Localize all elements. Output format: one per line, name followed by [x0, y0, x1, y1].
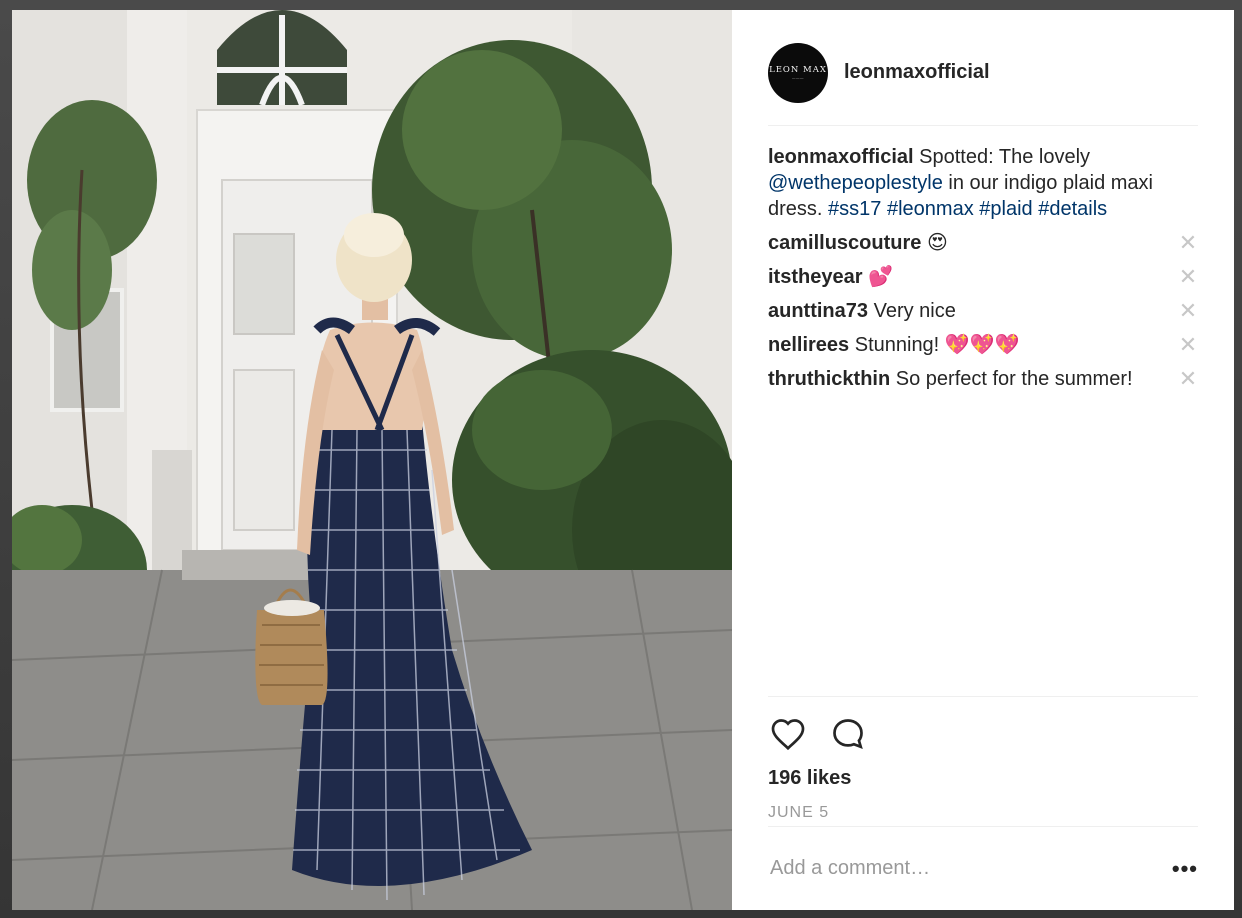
more-options-icon[interactable]: •••: [1172, 856, 1198, 882]
post-details-panel: LEON MAX ——— leonmaxofficial leonmaxoffi…: [732, 10, 1234, 910]
comment-text: 😍: [921, 232, 948, 254]
hashtag-link[interactable]: #details: [1038, 198, 1107, 220]
post-photo[interactable]: [12, 10, 732, 910]
caption-username-link[interactable]: leonmaxofficial: [768, 146, 914, 168]
hashtag-link[interactable]: #plaid: [979, 198, 1032, 220]
comment-item: nellirees Stunning! 💖💖💖 ✕: [768, 332, 1198, 358]
likes-count[interactable]: 196 likes: [768, 767, 1198, 790]
comments-list: leonmaxofficial Spotted: The lovely @wet…: [768, 126, 1198, 696]
comment-bubble-icon[interactable]: [828, 714, 868, 754]
comment-item: camilluscouture 😍 ✕: [768, 230, 1198, 256]
post-actions: 196 likes JUNE 5: [768, 696, 1198, 822]
add-comment-input[interactable]: [768, 856, 1128, 881]
comment-username-link[interactable]: aunttina73: [768, 300, 868, 322]
caption-text-before: Spotted: The lovely: [913, 146, 1091, 168]
post-modal: LEON MAX ——— leonmaxofficial leonmaxoffi…: [12, 10, 1234, 910]
comment-username-link[interactable]: itstheyear: [768, 266, 863, 288]
post-header: LEON MAX ——— leonmaxofficial: [768, 10, 1198, 126]
delete-comment-icon[interactable]: ✕: [1178, 332, 1198, 358]
hashtag-link[interactable]: #ss17: [828, 198, 881, 220]
delete-comment-icon[interactable]: ✕: [1178, 230, 1198, 256]
header-username-link[interactable]: leonmaxofficial: [844, 61, 990, 84]
add-comment-bar: •••: [768, 826, 1198, 910]
avatar-brand-sub: ———: [792, 76, 804, 80]
heart-icon[interactable]: [768, 714, 808, 754]
modal-backdrop[interactable]: LEON MAX ——— leonmaxofficial leonmaxoffi…: [0, 0, 1242, 918]
comment-text: Stunning! 💖💖💖: [849, 334, 1020, 356]
caption-mention-link[interactable]: @wethepeoplestyle: [768, 172, 943, 194]
comment-text: So perfect for the summer!: [890, 368, 1133, 390]
comment-item: itstheyear 💕 ✕: [768, 264, 1198, 290]
action-icons-row: [768, 697, 1198, 765]
hashtag-link[interactable]: #leonmax: [887, 198, 974, 220]
comment-username-link[interactable]: nellirees: [768, 334, 849, 356]
delete-comment-icon[interactable]: ✕: [1178, 366, 1198, 392]
comment-item: aunttina73 Very nice ✕: [768, 298, 1198, 324]
comment-item: thruthickthin So perfect for the summer!…: [768, 366, 1198, 392]
comment-username-link[interactable]: thruthickthin: [768, 368, 890, 390]
comment-text: 💕: [862, 266, 893, 288]
delete-comment-icon[interactable]: ✕: [1178, 264, 1198, 290]
comment-username-link[interactable]: camilluscouture: [768, 232, 921, 254]
avatar-brand-text: LEON MAX: [769, 65, 827, 75]
comment-text: Very nice: [868, 300, 956, 322]
post-caption: leonmaxofficial Spotted: The lovely @wet…: [768, 144, 1198, 222]
photo-illustration: [12, 10, 732, 910]
post-date[interactable]: JUNE 5: [768, 804, 1198, 822]
delete-comment-icon[interactable]: ✕: [1178, 298, 1198, 324]
avatar[interactable]: LEON MAX ———: [768, 42, 828, 103]
